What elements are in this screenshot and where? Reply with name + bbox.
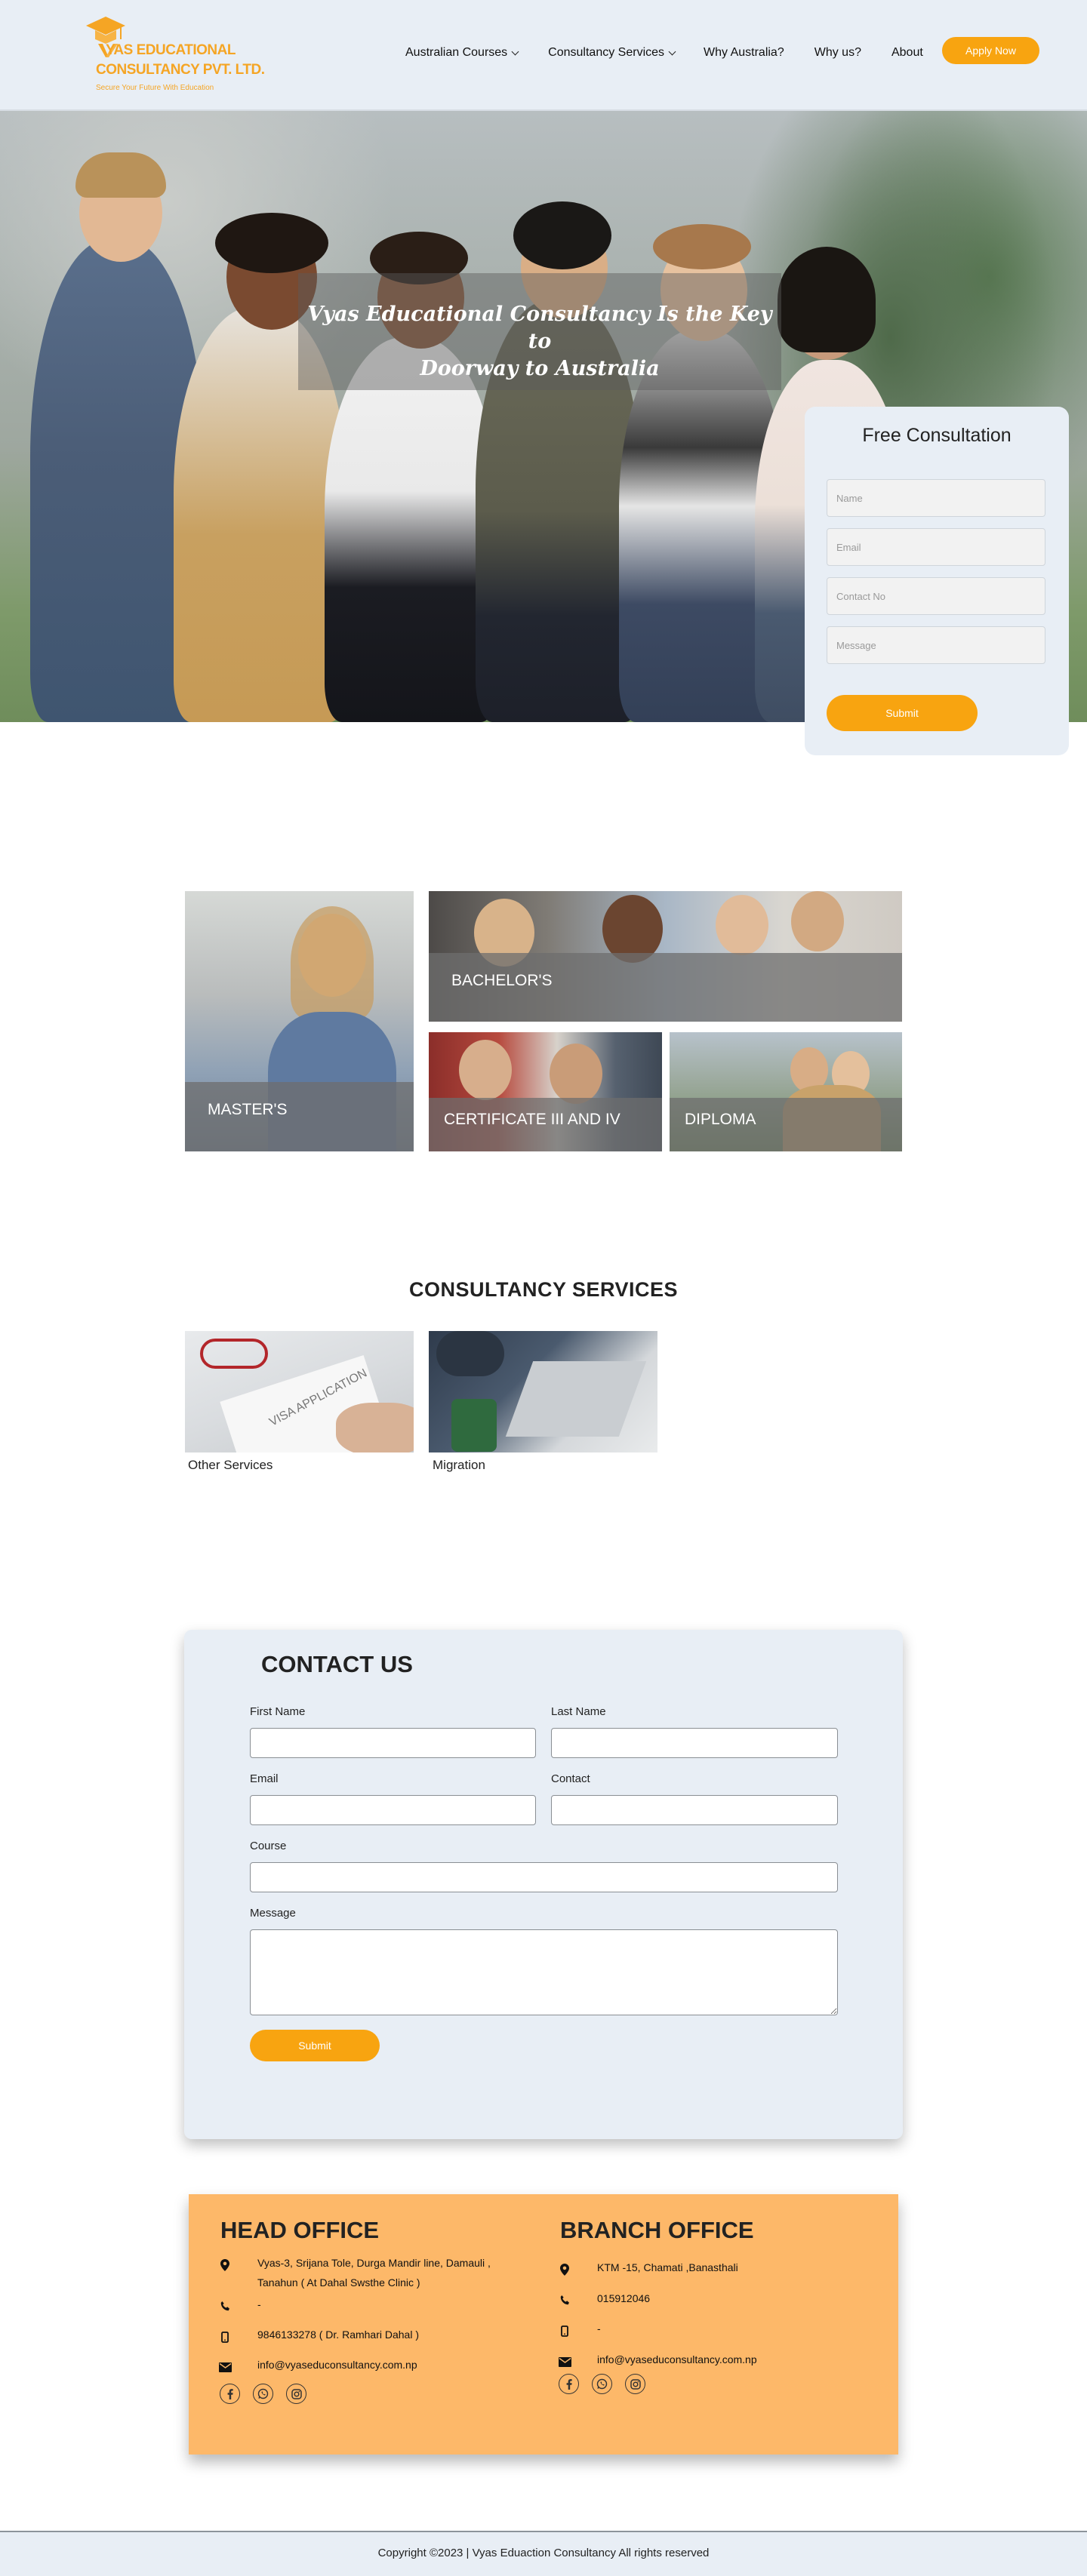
email-label: Email — [250, 1772, 279, 1785]
facebook-icon[interactable] — [220, 2384, 240, 2404]
brand-name-line2: CONSULTANCY PVT. LTD. — [96, 62, 265, 78]
whatsapp-icon[interactable] — [253, 2384, 273, 2404]
head-office-email[interactable]: info@vyaseduconsultancy.com.np — [257, 2355, 417, 2375]
branch-office-email[interactable]: info@vyaseduconsultancy.com.np — [597, 2350, 757, 2369]
nav-label: Australian Courses — [405, 46, 508, 59]
service-image-other[interactable]: VISA APPLICATION — [185, 1331, 414, 1452]
tile-label: BACHELOR'S — [451, 972, 553, 989]
site-header: YAS EDUCATIONAL CONSULTANCY PVT. LTD. Se… — [0, 0, 1087, 111]
nav-about[interactable]: About — [891, 46, 923, 60]
free-consultation-form: Free Consultation Submit — [805, 407, 1069, 755]
email-input[interactable] — [250, 1795, 536, 1825]
brand-name-line1: YAS EDUCATIONAL — [106, 42, 236, 58]
service-label-other[interactable]: Other Services — [188, 1458, 273, 1473]
service-image-migration[interactable] — [429, 1331, 657, 1452]
chevron-down-icon — [511, 48, 519, 55]
mobile-icon — [558, 2324, 571, 2338]
contact-us-form: CONTACT US First Name Last Name Email Co… — [184, 1630, 903, 2139]
map-marker-icon — [558, 2263, 571, 2276]
apply-now-button[interactable]: Apply Now — [942, 37, 1039, 64]
consultation-name-input[interactable] — [827, 479, 1045, 517]
consultation-contact-input[interactable] — [827, 577, 1045, 615]
brand-tagline: Secure Your Future With Education — [96, 84, 214, 92]
nav-australian-courses[interactable]: Australian Courses — [405, 46, 519, 60]
head-office-address-line1: Vyas-3, Srijana Tole, Durga Mandir line,… — [257, 2257, 491, 2269]
branch-office-title: BRANCH OFFICE — [560, 2217, 754, 2243]
consultation-title: Free Consultation — [862, 425, 1012, 446]
nav-label: Why us? — [814, 46, 861, 59]
instagram-icon[interactable] — [286, 2384, 306, 2404]
envelope-icon — [558, 2355, 571, 2369]
head-office-address-line2: Tanahun ( At Dahal Swsthe Clinic ) — [257, 2276, 420, 2289]
nav-label: About — [891, 46, 923, 59]
course-tile-diploma[interactable]: DIPLOMA — [670, 1032, 902, 1151]
contact-submit-button[interactable]: Submit — [250, 2030, 380, 2061]
nav-why-us[interactable]: Why us? — [814, 46, 861, 60]
hero-title: Vyas Educational Consultancy Is the Key … — [298, 301, 781, 383]
facebook-icon[interactable] — [559, 2374, 579, 2394]
nav-label: Why Australia? — [704, 46, 784, 59]
nav-label: Consultancy Services — [548, 46, 665, 59]
tile-label: MASTER'S — [208, 1101, 288, 1118]
instagram-icon[interactable] — [625, 2374, 645, 2394]
nav-why-australia[interactable]: Why Australia? — [704, 46, 784, 60]
branch-office-address: KTM -15, Chamati ,Banasthali — [597, 2261, 738, 2273]
contact-label: Contact — [551, 1772, 590, 1785]
head-office-phone: - — [257, 2298, 261, 2310]
head-office-address: Vyas-3, Srijana Tole, Durga Mandir line,… — [257, 2253, 491, 2292]
course-input[interactable] — [250, 1862, 838, 1892]
last-name-label: Last Name — [551, 1705, 606, 1718]
head-office-mobile: 9846133278 ( Dr. Ramhari Dahal ) — [257, 2329, 420, 2341]
contact-title: CONTACT US — [261, 1651, 413, 1677]
course-tile-masters[interactable]: MASTER'S — [185, 891, 414, 1151]
course-tile-certificate[interactable]: CERTIFICATE III AND IV — [429, 1032, 662, 1151]
services-title: CONSULTANCY SERVICES — [408, 1278, 679, 1301]
tile-label: DIPLOMA — [685, 1111, 756, 1128]
phone-icon — [218, 2299, 232, 2313]
first-name-label: First Name — [250, 1705, 306, 1718]
course-label: Course — [250, 1840, 287, 1852]
branch-office-phone: 015912046 — [597, 2292, 651, 2304]
brand-logo[interactable]: YAS EDUCATIONAL CONSULTANCY PVT. LTD. Se… — [83, 14, 265, 98]
envelope-icon — [218, 2360, 232, 2374]
message-label: Message — [250, 1907, 296, 1920]
course-tile-bachelors[interactable]: BACHELOR'S — [429, 891, 902, 1022]
chevron-down-icon — [668, 48, 676, 55]
head-office-title: HEAD OFFICE — [220, 2217, 380, 2243]
main-nav: Australian Courses Consultancy Services … — [405, 43, 923, 63]
last-name-input[interactable] — [551, 1728, 838, 1758]
message-textarea[interactable] — [250, 1929, 838, 2015]
hero-title-line1: Vyas Educational Consultancy Is the Key … — [307, 303, 772, 353]
office-addresses: HEAD OFFICE Vyas-3, Srijana Tole, Durga … — [189, 2194, 898, 2455]
nav-consultancy-services[interactable]: Consultancy Services — [548, 46, 676, 60]
consultation-message-input[interactable] — [827, 626, 1045, 664]
whatsapp-icon[interactable] — [592, 2374, 612, 2394]
hero-title-line2: Doorway to Australia — [420, 357, 660, 380]
branch-office-mobile: - — [597, 2322, 601, 2335]
phone-icon — [558, 2293, 571, 2307]
map-marker-icon — [218, 2258, 232, 2272]
site-footer: Copyright ©2023 | Vyas Eduaction Consult… — [0, 2531, 1087, 2576]
consultation-email-input[interactable] — [827, 528, 1045, 566]
mobile-icon — [218, 2330, 232, 2344]
service-label-migration[interactable]: Migration — [433, 1458, 485, 1473]
tile-label: CERTIFICATE III AND IV — [444, 1111, 620, 1128]
copyright-text: Copyright ©2023 | Vyas Eduaction Consult… — [377, 2547, 710, 2559]
contact-input[interactable] — [551, 1795, 838, 1825]
first-name-input[interactable] — [250, 1728, 536, 1758]
consultation-submit-button[interactable]: Submit — [827, 695, 978, 731]
